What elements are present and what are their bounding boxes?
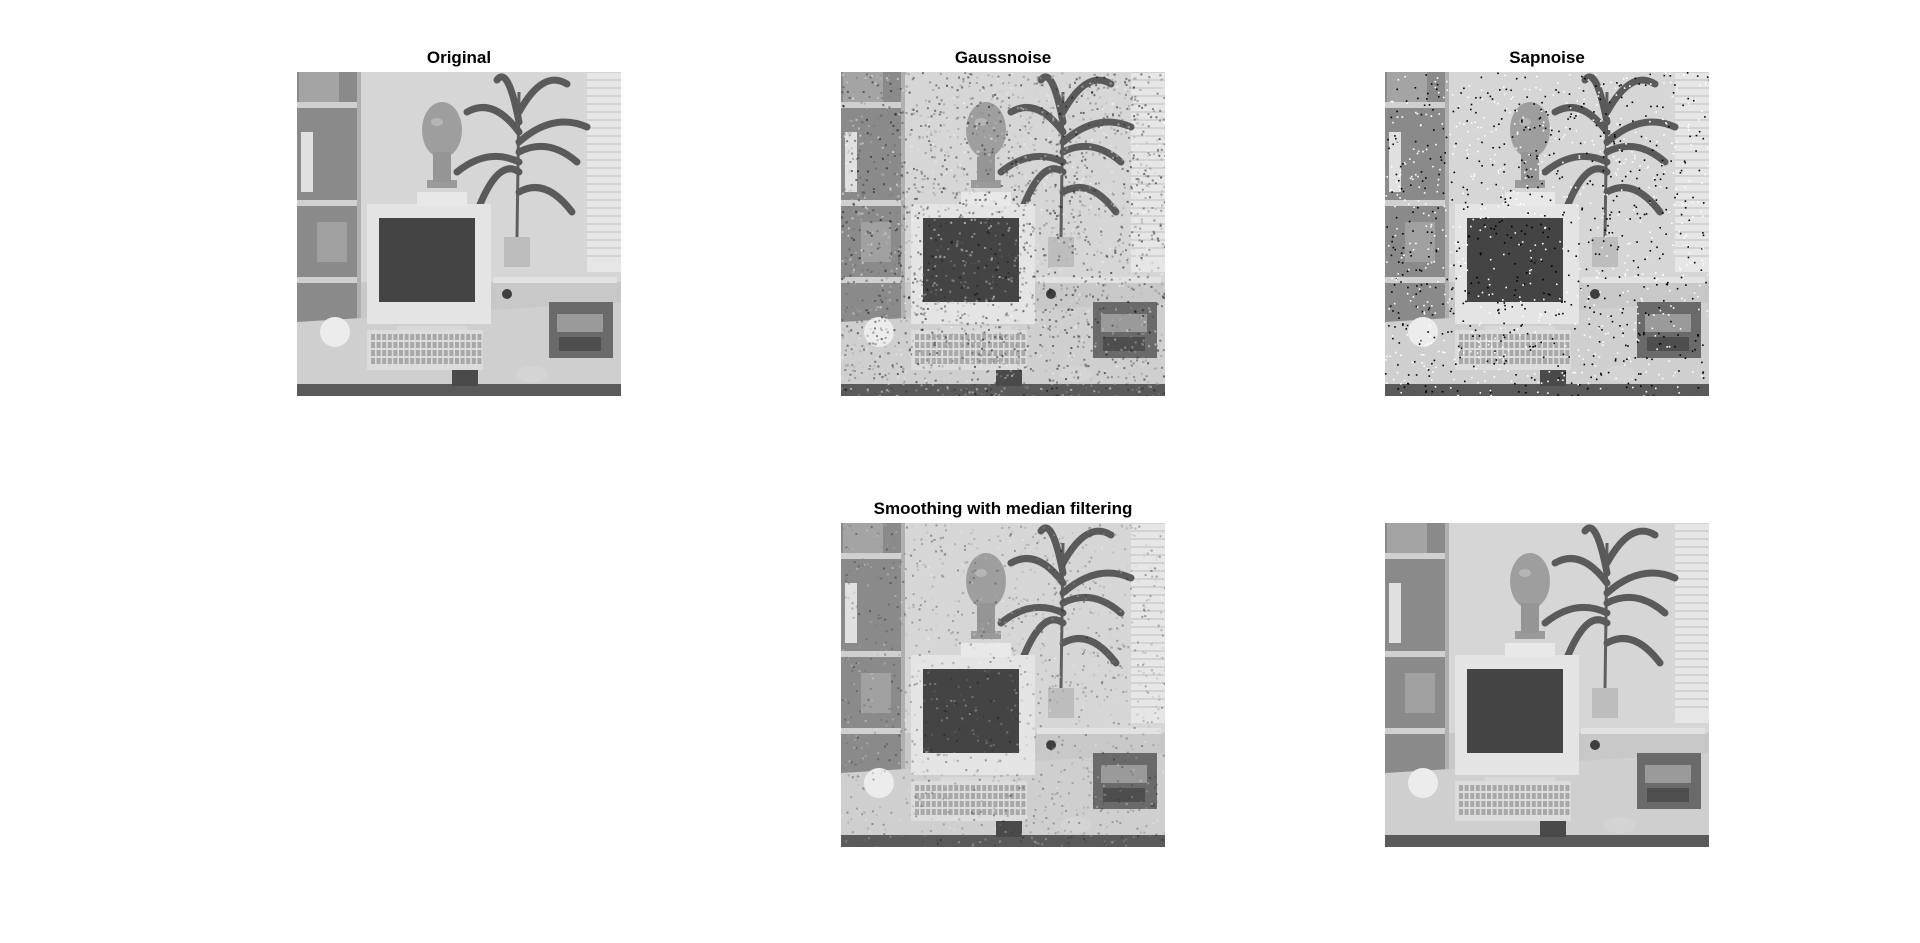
title-median-filtering: Smoothing with median filtering	[873, 499, 1133, 518]
office-scene-sapnoise	[1385, 72, 1709, 396]
title-gaussnoise: Gaussnoise	[954, 48, 1052, 67]
title-sapnoise: Sapnoise	[1509, 48, 1585, 67]
image-gaussnoise	[841, 72, 1165, 396]
title-original: Original	[426, 48, 492, 67]
image-median-sap	[1385, 523, 1709, 847]
office-scene-gaussnoise	[841, 72, 1165, 396]
image-sapnoise	[1385, 72, 1709, 396]
office-scene-original	[297, 72, 621, 396]
image-median-gauss	[841, 523, 1165, 847]
image-original	[297, 72, 621, 396]
office-scene-median-sap	[1385, 523, 1709, 847]
office-scene-median-gauss	[841, 523, 1165, 847]
